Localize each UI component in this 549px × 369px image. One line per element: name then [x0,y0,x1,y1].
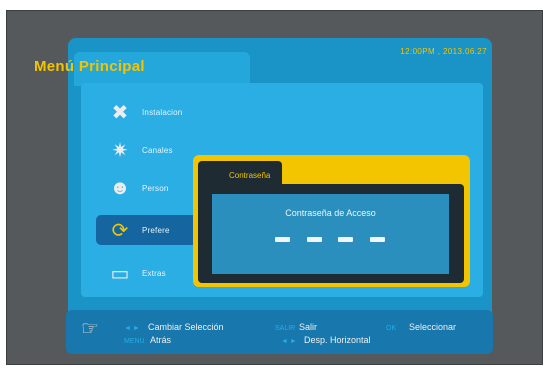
page-title: Menú Principal [34,58,145,75]
menu-item-label: Extras [142,268,166,278]
satellite-icon: ✷ [111,139,129,162]
hint-desp-horizontal: Desp. Horizontal [304,335,371,345]
hint-key-salir: SALIR [275,325,296,332]
dialog-title: Contraseña [229,171,271,180]
hint-key-menu: MENU [124,338,145,345]
menu-item-label: Person [142,183,169,193]
keyboard-icon: ▭ [110,262,130,285]
hint-cambiar-seleccion: Cambiar Selección [148,322,224,332]
hint-seleccionar: Seleccionar [409,322,457,332]
password-slot [369,237,385,242]
password-slot [338,237,354,242]
person-icon: ☻ [109,176,131,199]
datetime-display: 12:00PM , 2013.06.27 [400,47,487,56]
hint-key-ok: OK [386,325,397,332]
menu-item-instalacion[interactable]: ✖ Instalacion [96,97,206,127]
menu-item-label: Prefere [142,225,170,235]
menu-item-preferencias[interactable]: ⟳ Prefere [96,215,206,245]
menu-item-personalizacion[interactable]: ☻ Person [96,173,206,203]
refresh-arrows-icon: ⟳ [111,219,129,242]
password-slot [275,237,290,242]
hint-key-horizontal: ◄ ► [281,338,297,345]
menu-item-label: Instalacion [142,107,183,117]
password-label: Contraseña de Acceso [285,208,376,218]
password-field-box[interactable] [212,194,449,274]
tools-icon: ✖ [111,101,129,124]
footer-hint-bar [66,310,493,354]
hint-atras: Atrás [150,335,172,345]
password-slot [306,237,322,242]
password-input[interactable] [275,237,385,243]
hint-key-lr: ◄ ► [124,325,140,332]
menu-item-canales[interactable]: ✷ Canales [96,135,206,165]
hint-salir: Salir [299,322,318,332]
menu-item-extras[interactable]: ▭ Extras [96,258,206,288]
menu-item-label: Canales [142,145,173,155]
remote-control-icon: ☞ [81,317,99,340]
